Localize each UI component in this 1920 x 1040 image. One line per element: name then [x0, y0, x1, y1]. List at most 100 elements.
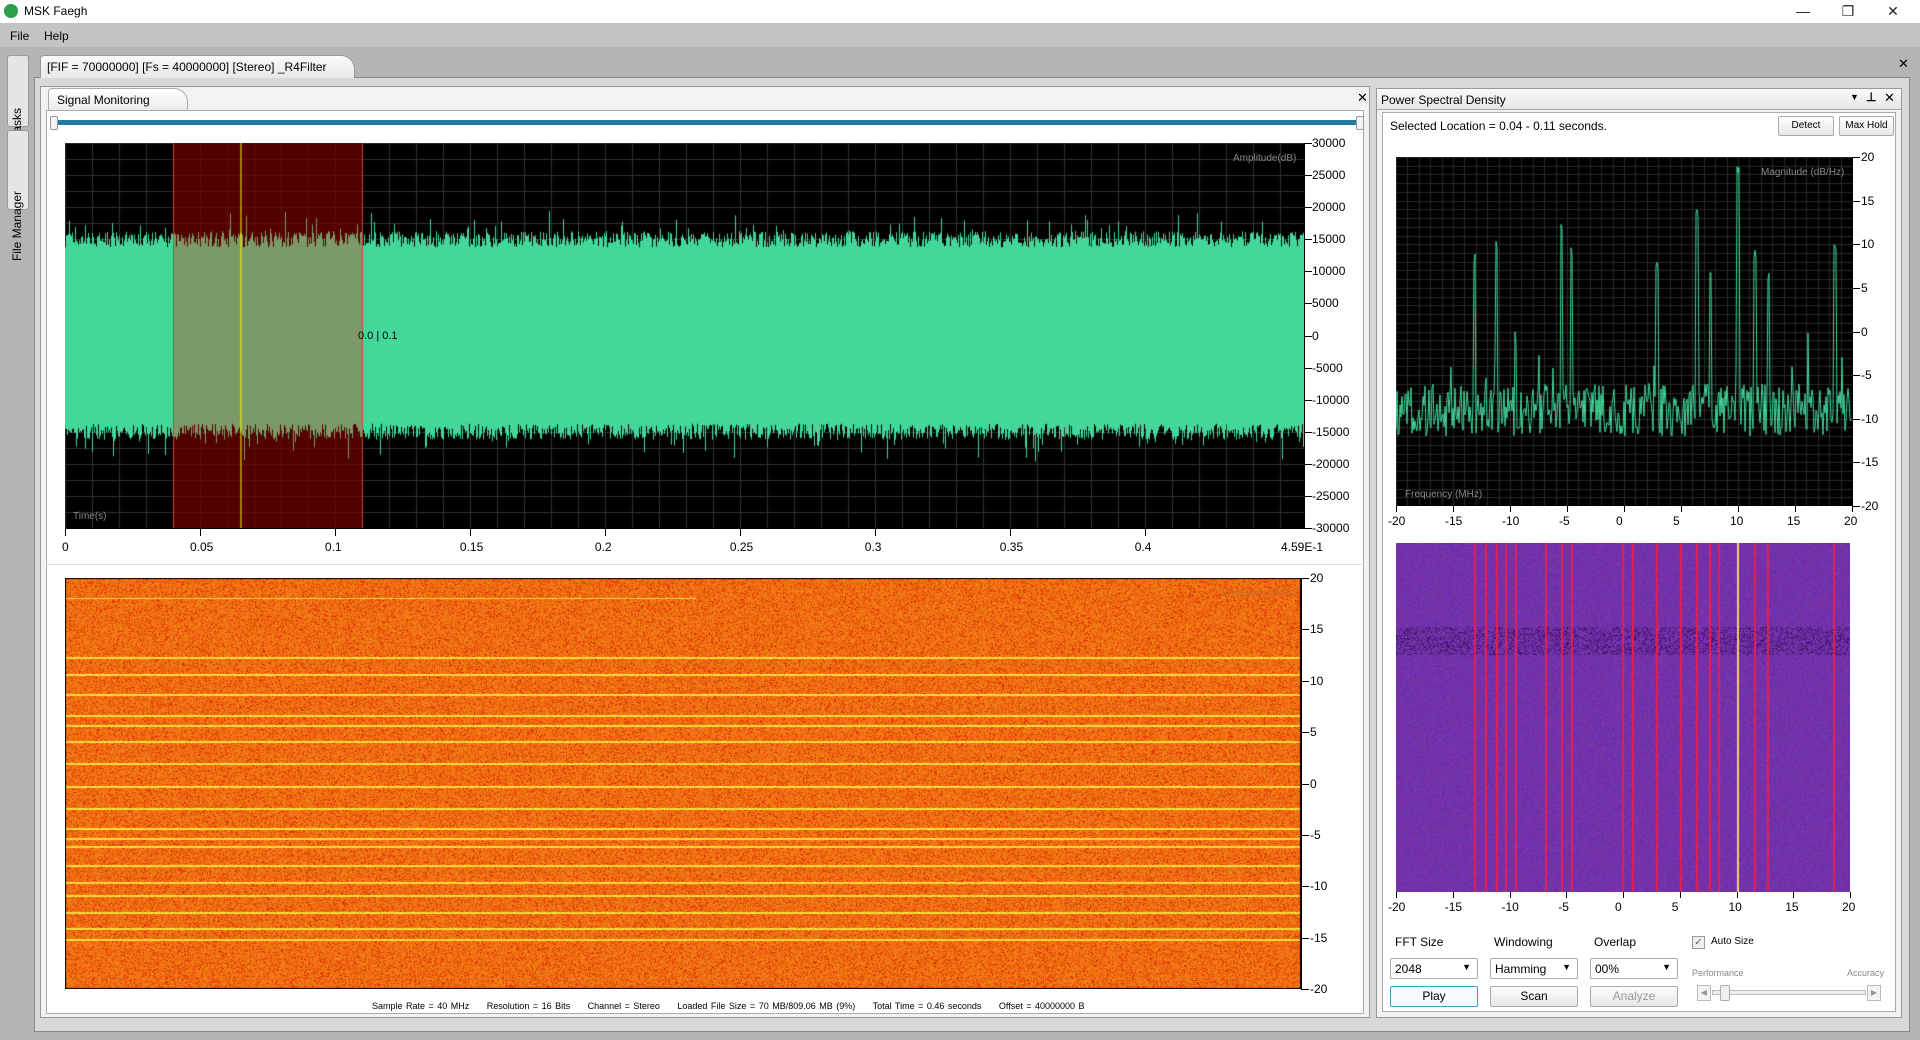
y-tick-mark	[1304, 271, 1312, 273]
y-tick-mark	[1852, 157, 1860, 158]
y-tick-label: -30000	[1312, 521, 1350, 535]
title-bar	[0, 0, 1920, 23]
fft-size-value: 2048	[1395, 962, 1422, 976]
x-tick-label: 0.35	[999, 540, 1024, 554]
detect-button[interactable]: Detect	[1778, 116, 1834, 136]
menu-file[interactable]: File	[10, 29, 29, 43]
y-tick-mark	[1304, 303, 1312, 305]
y-tick-mark	[1301, 937, 1309, 939]
x-tick-mark	[739, 528, 741, 536]
y-tick-mark	[1304, 207, 1312, 209]
scan-button[interactable]: Scan	[1490, 986, 1578, 1007]
auto-size-checkbox[interactable]: ✓	[1692, 936, 1705, 949]
y-tick-label: -5000	[1312, 360, 1343, 375]
y-tick-mark	[1304, 143, 1312, 144]
overlap-select[interactable]: 00% ▼	[1590, 958, 1678, 979]
windowing-select[interactable]: Hamming ▼	[1490, 958, 1578, 979]
menu-help[interactable]: Help	[44, 29, 69, 43]
dropdown-icon[interactable]: ▼	[1850, 92, 1859, 102]
max-hold-button[interactable]: Max Hold	[1839, 116, 1894, 136]
y-tick-mark	[1852, 375, 1860, 377]
y-tick-label: 15	[1861, 193, 1875, 208]
psd-close-icon[interactable]: ✕	[1884, 90, 1895, 106]
x-tick-mark	[874, 528, 876, 536]
x-tick-mark	[65, 528, 66, 536]
y-tick-label: 10000	[1312, 264, 1346, 279]
y-tick-label: -20	[1310, 982, 1328, 996]
slider-left-arrow-icon[interactable]: ◀	[1697, 985, 1711, 1001]
x-tick-label: -10	[1501, 900, 1519, 914]
y-tick-label: 0	[1312, 328, 1319, 343]
y-tick-mark	[1852, 418, 1860, 420]
selection-label: 0.0 | 0.1	[358, 330, 398, 342]
x-tick-label: 0.25	[729, 540, 754, 554]
range-slider-thumb-start[interactable]	[50, 116, 58, 130]
x-tick-mark	[1850, 892, 1851, 898]
y-tick-mark	[1304, 431, 1312, 433]
y-tick-label: 30000	[1312, 136, 1346, 150]
y-tick-mark	[1301, 834, 1309, 836]
fft-size-select[interactable]: 2048 ▼	[1390, 958, 1478, 979]
x-tick-label: 0.2	[594, 540, 612, 554]
x-tick-mark	[1852, 506, 1853, 512]
y-tick-mark	[1852, 506, 1860, 507]
signal-panel-close-icon[interactable]: ✕	[1357, 90, 1368, 106]
y-tick-label: 5000	[1312, 296, 1339, 311]
document-tab[interactable]: [FIF = 70000000] [Fs = 40000000] [Stereo…	[40, 55, 355, 78]
x-tick-label: -5	[1558, 900, 1569, 914]
x-tick-mark	[1144, 528, 1146, 536]
x-tick-mark	[1623, 892, 1624, 898]
performance-accuracy-thumb[interactable]	[1719, 985, 1730, 1001]
minimize-button[interactable]: —	[1783, 2, 1823, 20]
psd-waterfall-chart	[1396, 543, 1850, 892]
y-tick-label: 25000	[1312, 168, 1346, 183]
x-tick-mark	[604, 528, 606, 536]
chevron-down-icon: ▼	[1562, 962, 1571, 972]
chevron-down-icon: ▼	[1662, 962, 1671, 972]
y-tick-label: 20	[1310, 571, 1324, 585]
chart-splitter[interactable]	[46, 564, 1364, 565]
x-tick-label: 10	[1730, 514, 1744, 528]
y-tick-label: 20000	[1312, 200, 1346, 215]
pin-icon[interactable]: ⊥	[1866, 90, 1876, 104]
x-tick-label: -15	[1445, 514, 1463, 528]
close-button[interactable]: ✕	[1873, 2, 1913, 20]
app-icon	[4, 4, 18, 18]
y-tick-label: -20	[1861, 499, 1879, 513]
y-tick-mark	[1304, 239, 1312, 241]
status-bar: Sample Rate = 40 MHz Resolution = 16 Bit…	[372, 1001, 1085, 1011]
y-tick-mark	[1852, 244, 1860, 246]
y-tick-label: 0	[1861, 324, 1868, 339]
side-tab-server-tasks[interactable]: Server Tasks	[7, 55, 29, 177]
range-slider-thumb-end[interactable]	[1356, 116, 1364, 130]
waveform-chart[interactable]	[65, 143, 1304, 528]
y-tick-mark	[1852, 462, 1860, 464]
y-tick-mark	[1301, 578, 1309, 579]
x-tick-label: 0.1	[324, 540, 342, 554]
y-tick-label: 5	[1310, 725, 1317, 740]
x-tick-mark	[1396, 506, 1397, 512]
fft-size-label: FFT Size	[1395, 935, 1444, 949]
y-tick-mark	[1304, 399, 1312, 401]
tab-signal-monitoring[interactable]: Signal Monitoring	[48, 88, 188, 110]
y-tick-mark	[1304, 335, 1312, 337]
side-tab-file-manager[interactable]: File Manager	[7, 130, 29, 261]
x-tick-label: 20	[1842, 900, 1856, 914]
psd-title: Power Spectral Density	[1381, 93, 1506, 107]
x-end-label: 4.59E-1	[1281, 540, 1324, 554]
performance-accuracy-slider[interactable]	[1712, 990, 1866, 995]
slider-right-arrow-icon[interactable]: ▶	[1867, 985, 1881, 1001]
analyze-button[interactable]: Analyze	[1590, 986, 1678, 1007]
y-tick-label: 0	[1310, 776, 1317, 791]
y-tick-label: -15	[1861, 455, 1879, 470]
x-tick-label: 0	[1616, 514, 1623, 528]
document-close-icon[interactable]: ✕	[1898, 56, 1909, 72]
x-tick-mark	[1453, 506, 1454, 512]
restore-button[interactable]: ❐	[1828, 2, 1868, 20]
play-button[interactable]: Play	[1390, 986, 1478, 1007]
x-tick-mark	[1795, 506, 1796, 512]
x-tick-mark	[1396, 892, 1397, 898]
time-range-slider[interactable]	[56, 120, 1356, 125]
x-tick-mark	[1567, 506, 1568, 512]
y-tick-mark	[1301, 783, 1309, 785]
